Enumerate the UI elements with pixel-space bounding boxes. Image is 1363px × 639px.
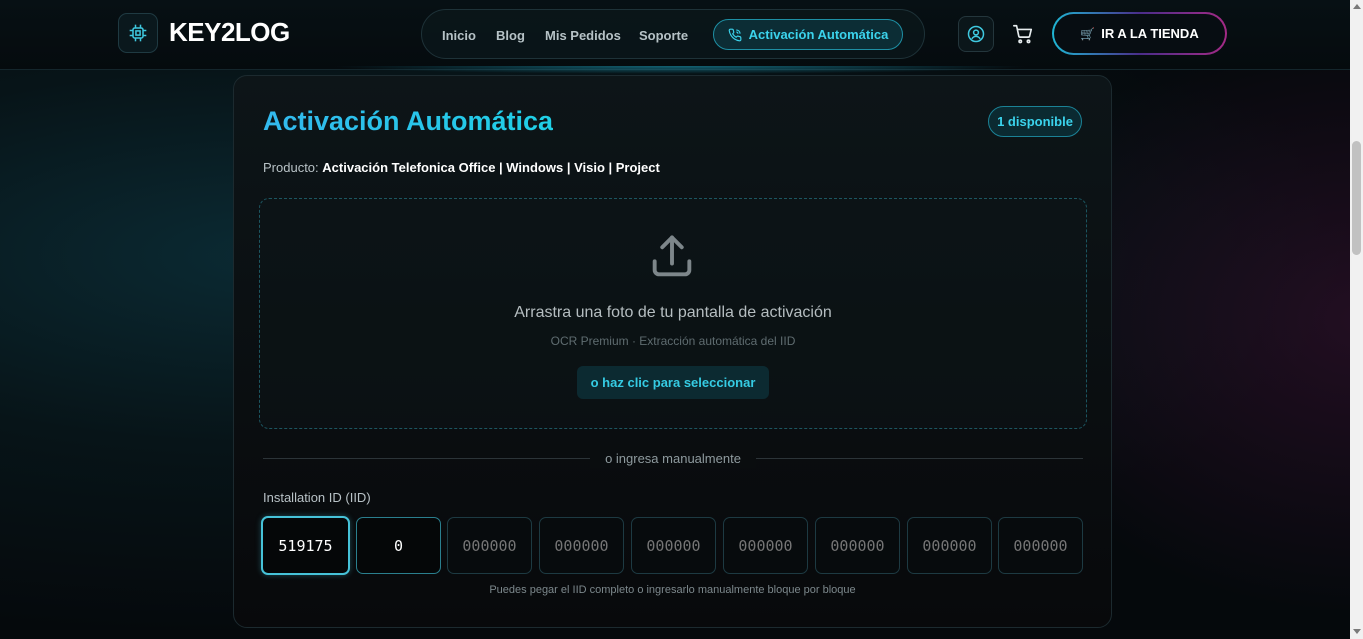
- page-title: Activación Automática: [263, 106, 554, 136]
- account-button[interactable]: [958, 16, 994, 52]
- logo-text[interactable]: KEY2LOG: [169, 17, 290, 48]
- product-line: Producto: Activación Telefonica Office |…: [263, 160, 660, 175]
- cart-button[interactable]: [1011, 22, 1035, 46]
- store-button-label: IR A LA TIENDA: [1101, 26, 1199, 41]
- iid-block-1[interactable]: [261, 516, 350, 575]
- nav-blog[interactable]: Blog: [496, 28, 525, 43]
- iid-block-6[interactable]: [723, 517, 808, 574]
- divider-text: o ingresa manualmente: [590, 449, 756, 468]
- iid-help-text: Puedes pegar el IID completo o ingresarl…: [489, 584, 856, 596]
- upload-dropzone[interactable]: Arrastra una foto de tu pantalla de acti…: [259, 198, 1087, 429]
- iid-block-8[interactable]: [907, 517, 992, 574]
- logo-chip-icon[interactable]: [118, 13, 158, 53]
- upload-icon: [652, 235, 692, 277]
- header-glow: [330, 66, 1030, 74]
- iid-block-4[interactable]: [539, 517, 624, 574]
- main-nav: Inicio Blog Mis Pedidos Soporte Activaci…: [421, 9, 925, 59]
- select-file-button[interactable]: o haz clic para seleccionar: [577, 366, 769, 399]
- product-name: Activación Telefonica Office | Windows |…: [322, 160, 660, 175]
- iid-block-7[interactable]: [815, 517, 900, 574]
- top-header: KEY2LOG Inicio Blog Mis Pedidos Soporte …: [0, 0, 1350, 70]
- product-prefix: Producto:: [263, 160, 319, 175]
- iid-block-2[interactable]: [356, 517, 441, 574]
- scroll-down-arrow-icon[interactable]: [1353, 629, 1361, 634]
- iid-block-5[interactable]: [631, 517, 716, 574]
- scroll-thumb[interactable]: [1352, 141, 1361, 255]
- iid-label: Installation ID (IID): [263, 490, 371, 505]
- iid-block-3[interactable]: [447, 517, 532, 574]
- availability-badge: 1 disponible: [988, 106, 1082, 137]
- dropzone-subtitle: OCR Premium · Extracción automática del …: [550, 334, 796, 348]
- user-icon: [967, 25, 985, 43]
- page-scrollbar[interactable]: [1350, 0, 1363, 639]
- scroll-up-arrow-icon[interactable]: [1353, 4, 1361, 9]
- iid-block-9[interactable]: [998, 517, 1083, 574]
- dropzone-title: Arrastra una foto de tu pantalla de acti…: [514, 304, 832, 321]
- nav-activacion-automatica[interactable]: Activación Automática: [713, 19, 903, 50]
- cart-small-icon: 🛒: [1080, 26, 1096, 41]
- store-button[interactable]: 🛒 IR A LA TIENDA: [1052, 12, 1227, 55]
- nav-inicio[interactable]: Inicio: [442, 28, 476, 43]
- nav-soporte[interactable]: Soporte: [639, 28, 688, 43]
- activation-card: Activación Automática 1 disponible Produ…: [233, 75, 1112, 628]
- phone-icon: [728, 28, 742, 41]
- cart-icon: [1013, 24, 1033, 44]
- nav-mis-pedidos[interactable]: Mis Pedidos: [545, 28, 621, 43]
- nav-active-label: Activación Automática: [748, 27, 889, 42]
